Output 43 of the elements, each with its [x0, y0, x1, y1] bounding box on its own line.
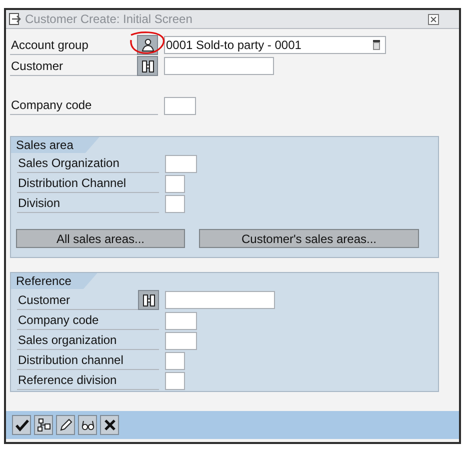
- field-label: Sales Organization: [17, 154, 159, 173]
- search-button[interactable]: [138, 290, 159, 310]
- cancel-button[interactable]: [100, 415, 119, 435]
- account-group-dropdown[interactable]: 0001 Sold-to party - 0001: [164, 36, 386, 54]
- input-field[interactable]: [165, 194, 185, 212]
- input-field[interactable]: [164, 57, 274, 75]
- person-button[interactable]: [137, 35, 158, 55]
- check-icon: [14, 418, 28, 432]
- sales-areas-button[interactable]: Customer's sales areas...: [199, 229, 419, 248]
- field-label: Division: [17, 194, 159, 213]
- window-menu-icon[interactable]: [9, 13, 22, 25]
- hierarchy-button[interactable]: [34, 415, 53, 435]
- input-field[interactable]: [165, 332, 197, 350]
- cross-icon: [102, 418, 116, 432]
- input-field[interactable]: [165, 372, 185, 390]
- input-field[interactable]: [165, 312, 197, 330]
- glasses-icon: [80, 418, 94, 432]
- confirm-button[interactable]: [12, 415, 31, 435]
- group-title: Sales area: [11, 137, 100, 153]
- field-label: Sales organization: [17, 331, 159, 350]
- input-field[interactable]: [165, 291, 275, 309]
- pencil-icon: [58, 418, 72, 432]
- search-button[interactable]: [137, 56, 158, 76]
- field-label: Distribution channel: [17, 351, 159, 370]
- group-title: Reference: [11, 273, 98, 289]
- edit-button[interactable]: [56, 415, 75, 435]
- binoculars-icon: [142, 293, 156, 307]
- field-label: Distribution Channel: [17, 174, 159, 193]
- display-button[interactable]: [78, 415, 97, 435]
- window-title: Customer Create: Initial Screen: [25, 12, 194, 26]
- field-label: Company code: [10, 96, 158, 115]
- input-field[interactable]: [165, 352, 185, 370]
- hierarchy-icon: [36, 418, 50, 432]
- dropdown-icon: [372, 40, 381, 50]
- person-icon: [140, 38, 154, 52]
- field-label: Company code: [17, 311, 159, 330]
- input-field[interactable]: [165, 174, 185, 192]
- input-field[interactable]: [164, 96, 196, 114]
- sales-areas-button[interactable]: All sales areas...: [16, 229, 185, 248]
- field-label: Reference division: [17, 371, 159, 390]
- binoculars-icon: [140, 59, 154, 73]
- close-icon[interactable]: [428, 14, 439, 24]
- input-field[interactable]: [165, 154, 197, 172]
